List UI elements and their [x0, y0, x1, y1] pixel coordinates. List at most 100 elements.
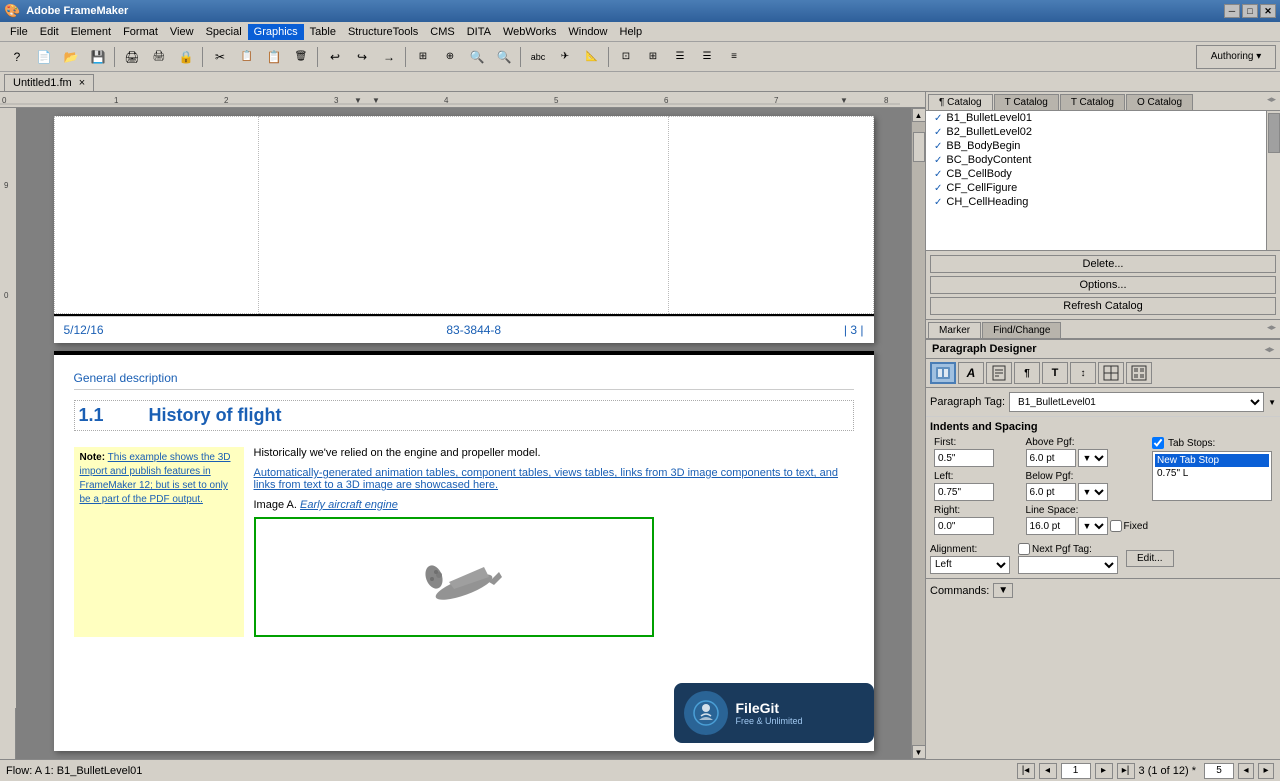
alignment-select[interactable]: Left [930, 556, 1010, 574]
menu-dita[interactable]: DITA [461, 24, 497, 40]
below-pgf-select[interactable]: ▼ [1078, 483, 1108, 501]
toolbar-table-insert[interactable]: ⊡ [613, 45, 639, 69]
nav-prev[interactable]: ◂ [1039, 763, 1057, 779]
toolbar-paste[interactable]: 📋 [261, 45, 287, 69]
delete-button[interactable]: Delete... [930, 255, 1276, 273]
tab-stops-list[interactable]: New Tab Stop 0.75" L [1152, 451, 1272, 501]
catalog-item-b2[interactable]: ✓ B2_BulletLevel02 [926, 125, 1280, 139]
right-input[interactable] [934, 517, 994, 535]
maximize-button[interactable]: □ [1242, 4, 1258, 18]
above-pgf-input[interactable] [1026, 449, 1076, 467]
toolbar-zoom-region[interactable]: ⊕ [437, 45, 463, 69]
toolbar-print[interactable]: 🖨 [119, 45, 145, 69]
options-button[interactable]: Options... [930, 276, 1276, 294]
para-tool-asian[interactable]: ↕ [1070, 362, 1096, 384]
para-designer-resize[interactable]: ◂▸ [1265, 344, 1274, 355]
nav-last[interactable]: ▸| [1117, 763, 1135, 779]
menu-edit[interactable]: Edit [34, 24, 65, 40]
tab-stops-checkbox[interactable] [1152, 437, 1164, 449]
scroll-thumb[interactable] [913, 132, 925, 162]
toolbar-print2[interactable]: 🖨 [146, 45, 172, 69]
menu-table[interactable]: Table [304, 24, 342, 40]
edit-button[interactable]: Edit... [1126, 550, 1174, 567]
catalog-item-ch[interactable]: ✓ CH_CellHeading [926, 195, 1280, 209]
menu-element[interactable]: Element [65, 24, 117, 40]
commands-dropdown[interactable]: ▼ [993, 583, 1013, 598]
zoom-decrease[interactable]: ◂ [1238, 763, 1254, 779]
refresh-catalog-button[interactable]: Refresh Catalog [930, 297, 1276, 315]
catalog-item-bb[interactable]: ✓ BB_BodyBegin [926, 139, 1280, 153]
tab-stop-075[interactable]: 0.75" L [1155, 467, 1269, 480]
toolbar-zoom-in[interactable]: 🔍 [464, 45, 490, 69]
menu-special[interactable]: Special [200, 24, 248, 40]
scroll-down[interactable]: ▼ [912, 745, 926, 759]
toolbar-frame[interactable]: 📐 [579, 45, 605, 69]
toolbar-redo[interactable]: ↪ [349, 45, 375, 69]
above-pgf-select[interactable]: ▼ [1078, 449, 1108, 467]
next-pgf-checkbox[interactable] [1018, 543, 1030, 555]
toolbar-lock[interactable]: 🔒 [173, 45, 199, 69]
nav-first[interactable]: |◂ [1017, 763, 1035, 779]
catalog-tab-table[interactable]: T Catalog [1060, 94, 1125, 110]
para-tool-properties[interactable] [930, 362, 956, 384]
find-change-tab[interactable]: Find/Change [982, 322, 1061, 338]
catalog-list[interactable]: ✓ B1_BulletLevel01 ✓ B2_BulletLevel02 ✓ … [926, 111, 1280, 251]
toolbar-table[interactable]: ⊞ [640, 45, 666, 69]
toolbar-authoring[interactable]: Authoring ▾ [1196, 45, 1276, 69]
toolbar-cut[interactable]: ✂ [207, 45, 233, 69]
menu-structuretools[interactable]: StructureTools [342, 24, 424, 40]
toolbar-save[interactable]: 💾 [85, 45, 111, 69]
catalog-scroll-thumb[interactable] [1268, 113, 1280, 153]
marker-panel-resize[interactable]: ◂▸ [1267, 322, 1276, 338]
toolbar-copy[interactable]: 📋 [234, 45, 260, 69]
doc-tab-untitled[interactable]: Untitled1.fm × [4, 74, 94, 91]
catalog-item-cb[interactable]: ✓ CB_CellBody [926, 167, 1280, 181]
menu-graphics[interactable]: Graphics [248, 24, 304, 40]
catalog-item-bc[interactable]: ✓ BC_BodyContent [926, 153, 1280, 167]
catalog-item-b1[interactable]: ✓ B1_BulletLevel01 [926, 111, 1280, 125]
title-bar-controls[interactable]: ─ □ ✕ [1224, 4, 1276, 18]
catalog-scrollbar[interactable] [1266, 111, 1280, 250]
toolbar-new[interactable]: 📄 [31, 45, 57, 69]
menu-help[interactable]: Help [614, 24, 649, 40]
doc-tab-close[interactable]: × [79, 77, 85, 89]
toolbar-undo[interactable]: ↩ [322, 45, 348, 69]
menu-view[interactable]: View [164, 24, 200, 40]
toolbar-spell[interactable]: abc [525, 45, 551, 69]
catalog-item-cf[interactable]: ✓ CF_CellFigure [926, 181, 1280, 195]
para-tool-extra[interactable] [1126, 362, 1152, 384]
toolbar-lines[interactable]: ☰ [694, 45, 720, 69]
first-input[interactable] [934, 449, 994, 467]
line-space-select[interactable]: ▼ [1078, 517, 1108, 535]
menu-webworks[interactable]: WebWorks [497, 24, 562, 40]
zoom-input[interactable] [1204, 763, 1234, 779]
nav-next[interactable]: ▸ [1095, 763, 1113, 779]
marker-tab[interactable]: Marker [928, 322, 981, 338]
minimize-button[interactable]: ─ [1224, 4, 1240, 18]
para-tool-font[interactable]: A [958, 362, 984, 384]
tab-stop-new[interactable]: New Tab Stop [1155, 454, 1269, 467]
below-pgf-input[interactable] [1026, 483, 1076, 501]
para-tool-table[interactable] [1098, 362, 1124, 384]
line-space-input[interactable] [1026, 517, 1076, 535]
catalog-tab-para[interactable]: ¶ Catalog [928, 94, 993, 110]
zoom-increase[interactable]: ▸ [1258, 763, 1274, 779]
toolbar-hyperlink[interactable]: ✈ [552, 45, 578, 69]
para-tool-pagination[interactable] [986, 362, 1012, 384]
scroll-track[interactable] [912, 122, 926, 745]
toolbar-delete[interactable]: 🗑 [288, 45, 314, 69]
toolbar-para[interactable]: ☰ [667, 45, 693, 69]
menu-file[interactable]: File [4, 24, 34, 40]
fixed-checkbox[interactable] [1110, 520, 1122, 532]
doc-scroll[interactable]: 5/12/16 83-3844-8 | 3 | General descript… [16, 108, 911, 759]
toolbar-help[interactable]: ? [4, 45, 30, 69]
doc-scrollbar[interactable]: ▲ ▼ [911, 108, 925, 759]
close-button[interactable]: ✕ [1260, 4, 1276, 18]
panel-resize[interactable]: ◂▸ [1267, 94, 1276, 110]
scroll-up[interactable]: ▲ [912, 108, 926, 122]
menu-cms[interactable]: CMS [424, 24, 460, 40]
toolbar-more[interactable]: ≡ [721, 45, 747, 69]
left-input[interactable] [934, 483, 994, 501]
para-tool-numbering[interactable]: ¶ [1014, 362, 1040, 384]
menu-format[interactable]: Format [117, 24, 164, 40]
